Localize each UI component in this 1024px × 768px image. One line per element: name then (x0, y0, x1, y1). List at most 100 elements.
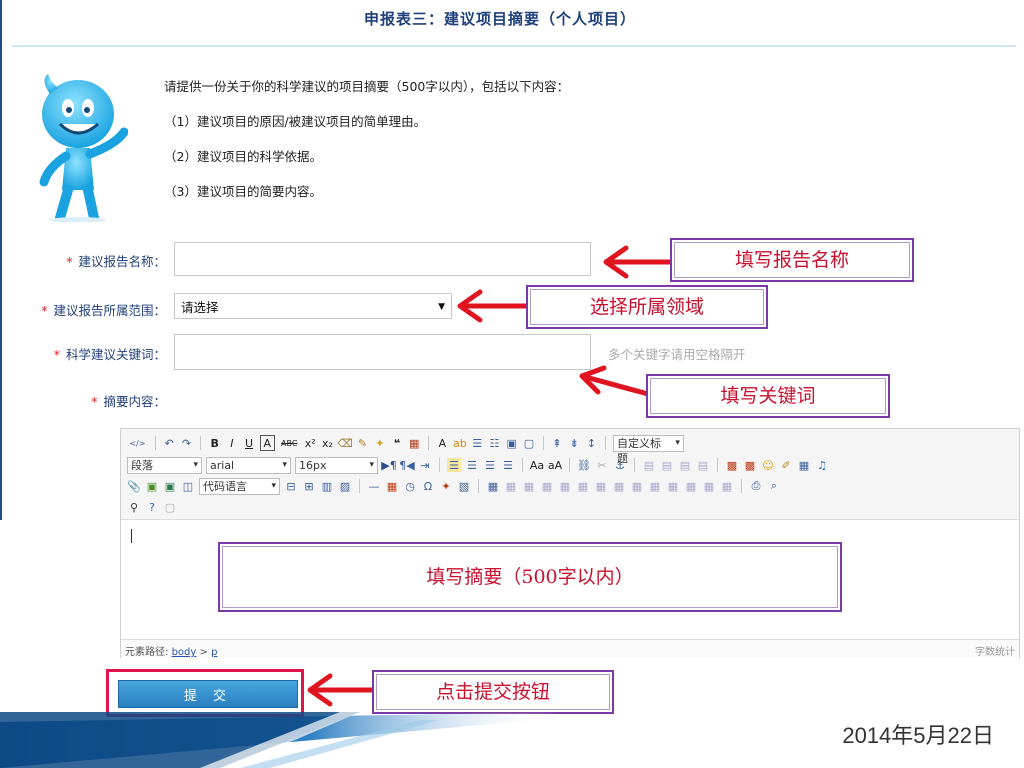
split-rows-icon[interactable]: ▦ (684, 479, 698, 493)
multi-image-icon[interactable]: ▩ (743, 458, 757, 472)
merge-cells-icon[interactable]: ▦ (612, 479, 626, 493)
ordered-list-icon[interactable]: ☰ (471, 436, 484, 450)
toolbar-separator (359, 479, 360, 493)
align-center-icon[interactable]: ☰ (465, 458, 479, 472)
gmap-icon[interactable]: ▣ (163, 479, 177, 493)
element-path-p-link[interactable]: p (211, 647, 217, 658)
font-border-icon[interactable]: A (259, 435, 275, 451)
row-spacing-bottom-icon[interactable]: ⇟ (568, 436, 581, 450)
page-break-icon[interactable]: ⊟ (284, 479, 298, 493)
time-icon[interactable]: ◷ (403, 479, 417, 493)
merge-right-icon[interactable]: ▦ (630, 479, 644, 493)
split-cols-icon[interactable]: ▦ (702, 479, 716, 493)
scrawl-icon[interactable]: ✐ (779, 458, 793, 472)
toolbar-separator (154, 436, 156, 450)
paragraph-select[interactable]: 段落 (127, 456, 202, 474)
background-icon[interactable]: ▥ (320, 479, 334, 493)
image-left-icon[interactable]: ▤ (660, 458, 674, 472)
auto-format-icon[interactable]: ✦ (373, 436, 386, 450)
image-center-icon[interactable]: ▤ (696, 458, 710, 472)
keywords-input[interactable] (174, 334, 591, 370)
delete-table-icon[interactable]: ▦ (504, 479, 518, 493)
italic-icon[interactable]: I (225, 436, 238, 450)
align-left-icon[interactable]: ☰ (447, 458, 461, 472)
indent-icon[interactable]: ⇥ (418, 458, 432, 472)
insert-row-icon[interactable]: ▦ (540, 479, 554, 493)
select-all-icon[interactable]: ▣ (505, 436, 518, 450)
subscript-icon[interactable]: x₂ (321, 436, 334, 450)
insert-table-icon[interactable]: ▦ (486, 479, 500, 493)
emotion-icon[interactable]: ☺ (761, 458, 775, 472)
html-source-icon[interactable]: </> (127, 436, 148, 450)
unordered-list-icon[interactable]: ☷ (488, 436, 501, 450)
toolbar-separator (478, 479, 479, 493)
line-height-icon[interactable]: ↕ (585, 436, 598, 450)
horizontal-rule-icon[interactable]: — (367, 479, 381, 493)
snapscreen-icon[interactable]: ✦ (439, 479, 453, 493)
template-icon[interactable]: ⊞ (302, 479, 316, 493)
report-name-input[interactable] (174, 242, 591, 276)
highlight-icon[interactable]: ab (453, 436, 467, 450)
insert-para-before-table-icon[interactable]: ▦ (522, 479, 536, 493)
search-replace-icon[interactable]: ⚲ (127, 500, 141, 514)
preview-icon[interactable]: ⌕ (767, 479, 781, 493)
report-name-label-text: 建议报告名称： (78, 254, 166, 269)
help-icon[interactable]: ? (145, 500, 159, 514)
insert-video-icon[interactable]: ▦ (797, 458, 811, 472)
custom-title-select[interactable]: 自定义标题 (612, 434, 684, 465)
scope-select[interactable]: 请选择 ▼ (174, 293, 452, 319)
anchor-icon[interactable]: ⚓ (613, 458, 627, 472)
print-preview-icon[interactable]: ▨ (338, 479, 352, 493)
toolbar-separator (427, 436, 429, 450)
required-mark: * (66, 254, 73, 269)
print-icon[interactable]: ⎙ (749, 479, 763, 493)
undo-icon[interactable]: ↶ (163, 436, 176, 450)
date-icon[interactable]: ▦ (385, 479, 399, 493)
attachment-icon[interactable]: 📎 (127, 479, 141, 493)
code-language-select[interactable]: 代码语言 (199, 477, 280, 495)
insert-frame-icon[interactable]: ◫ (181, 479, 195, 493)
submit-button[interactable]: 提 交 (118, 680, 298, 708)
chart-icon[interactable]: ▦ (720, 479, 734, 493)
link-icon[interactable]: ⛓ (577, 458, 591, 472)
image-right-icon[interactable]: ▤ (678, 458, 692, 472)
bold-icon[interactable]: B (208, 436, 221, 450)
delete-col-icon[interactable]: ▦ (594, 479, 608, 493)
word-image-icon[interactable]: ▧ (457, 479, 471, 493)
text-cursor (131, 529, 132, 543)
font-family-select[interactable]: arial (206, 456, 291, 474)
strikethrough-icon[interactable]: ABC (279, 436, 300, 450)
required-mark: * (91, 394, 98, 409)
eraser-icon[interactable]: ⌫ (337, 436, 353, 450)
unlink-icon[interactable]: ✂ (595, 458, 609, 472)
map-icon[interactable]: ▣ (145, 479, 159, 493)
superscript-icon[interactable]: x² (304, 436, 317, 450)
blockquote-icon[interactable]: ❝ (390, 436, 403, 450)
split-cells-icon[interactable]: ▦ (666, 479, 680, 493)
align-right-icon[interactable]: ☰ (483, 458, 497, 472)
direction-ltr-icon[interactable]: ▶¶ (381, 458, 396, 472)
underline-icon[interactable]: U (242, 436, 255, 450)
paste-text-icon[interactable]: ▦ (408, 436, 421, 450)
uppercase-icon[interactable]: Aa (530, 458, 544, 472)
element-path-separator: > (199, 647, 208, 658)
clear-doc-icon[interactable]: ▢ (522, 436, 535, 450)
font-color-icon[interactable]: A (436, 436, 449, 450)
drafts-icon[interactable]: ▢ (163, 500, 177, 514)
direction-rtl-icon[interactable]: ¶◀ (399, 458, 414, 472)
delete-row-icon[interactable]: ▦ (558, 479, 572, 493)
keywords-hint: 多个关键字请用空格隔开 (608, 347, 746, 362)
lowercase-icon[interactable]: aA (548, 458, 562, 472)
redo-icon[interactable]: ↷ (180, 436, 193, 450)
merge-down-icon[interactable]: ▦ (648, 479, 662, 493)
align-justify-icon[interactable]: ☰ (501, 458, 515, 472)
font-size-select[interactable]: 16px (295, 456, 378, 474)
image-none-icon[interactable]: ▤ (642, 458, 656, 472)
row-spacing-top-icon[interactable]: ⇞ (550, 436, 563, 450)
insert-col-icon[interactable]: ▦ (576, 479, 590, 493)
element-path-body-link[interactable]: body (172, 647, 197, 658)
insert-image-icon[interactable]: ▩ (725, 458, 739, 472)
music-icon[interactable]: ♫ (815, 458, 829, 472)
special-chars-icon[interactable]: Ω (421, 479, 435, 493)
format-brush-icon[interactable]: ✎ (356, 436, 369, 450)
